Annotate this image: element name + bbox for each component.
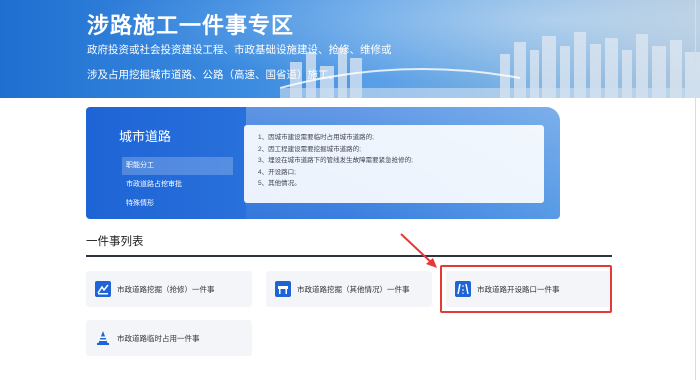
card-label: 市政道路挖掘（抢修）一件事 [117,285,215,294]
card-road-temporary-occupation[interactable]: 市政道路临时占用一件事 [86,320,252,356]
card-road-excavation-other[interactable]: 市政道路挖掘（其他情况）一件事 [266,271,432,307]
menu-item-road-occupation-approval[interactable]: 市政道路占挖审批 [122,176,233,194]
card-road-excavation-repair[interactable]: 市政道路挖掘（抢修）一件事 [86,271,252,307]
description-line: 1、因城市建设需要临时占用城市道路的; [258,134,374,141]
description-line: 4、开设路口; [258,168,296,176]
city-road-panel: 城市道路 职能分工 市政道路占挖审批 特殊情形 1、因城市建设需要临时占用城市道… [86,107,560,219]
barrier-icon [275,281,291,297]
road-panel-description: 1、因城市建设需要临时占用城市道路的; 2、因工程建设需要挖掘城市道路的; 3、… [244,125,544,203]
section-title: 一件事列表 [86,236,144,248]
card-label: 市政道路挖掘（其他情况）一件事 [297,285,410,294]
menu-item-special-cases[interactable]: 特殊情形 [122,195,233,213]
banner-subtitle-line1: 政府投资或社会投资建设工程、市政基础设施建设、抢修、维修或 [87,44,392,56]
hero-banner: 涉路施工一件事专区 政府投资或社会投资建设工程、市政基础设施建设、抢修、维修或 … [0,0,700,98]
page-edge-divider [695,0,696,380]
description-line: 5、其他情况。 [258,180,301,187]
description-line: 3、埋设在城市道路下的管线发生故障需要紧急抢修的; [258,157,413,164]
section-divider [86,255,612,257]
annotation-arrow-icon [400,233,437,268]
card-label: 市政道路临时占用一件事 [117,334,200,343]
road-panel-menu: 职能分工 市政道路占挖审批 特殊情形 [122,157,233,214]
road-panel-title: 城市道路 [119,129,172,144]
traffic-cone-icon [97,331,109,345]
city-skyline-image [280,32,700,98]
menu-item-division-of-duties[interactable]: 职能分工 [122,157,233,175]
excavation-icon [95,281,111,297]
page-title: 涉路施工一件事专区 [87,13,295,38]
banner-subtitle-line2: 涉及占用挖掘城市道路、公路（高速、国省道）施工。 [87,69,339,81]
highlight-box [440,265,612,313]
description-line: 2、因工程建设需要挖掘城市道路的; [258,145,361,153]
